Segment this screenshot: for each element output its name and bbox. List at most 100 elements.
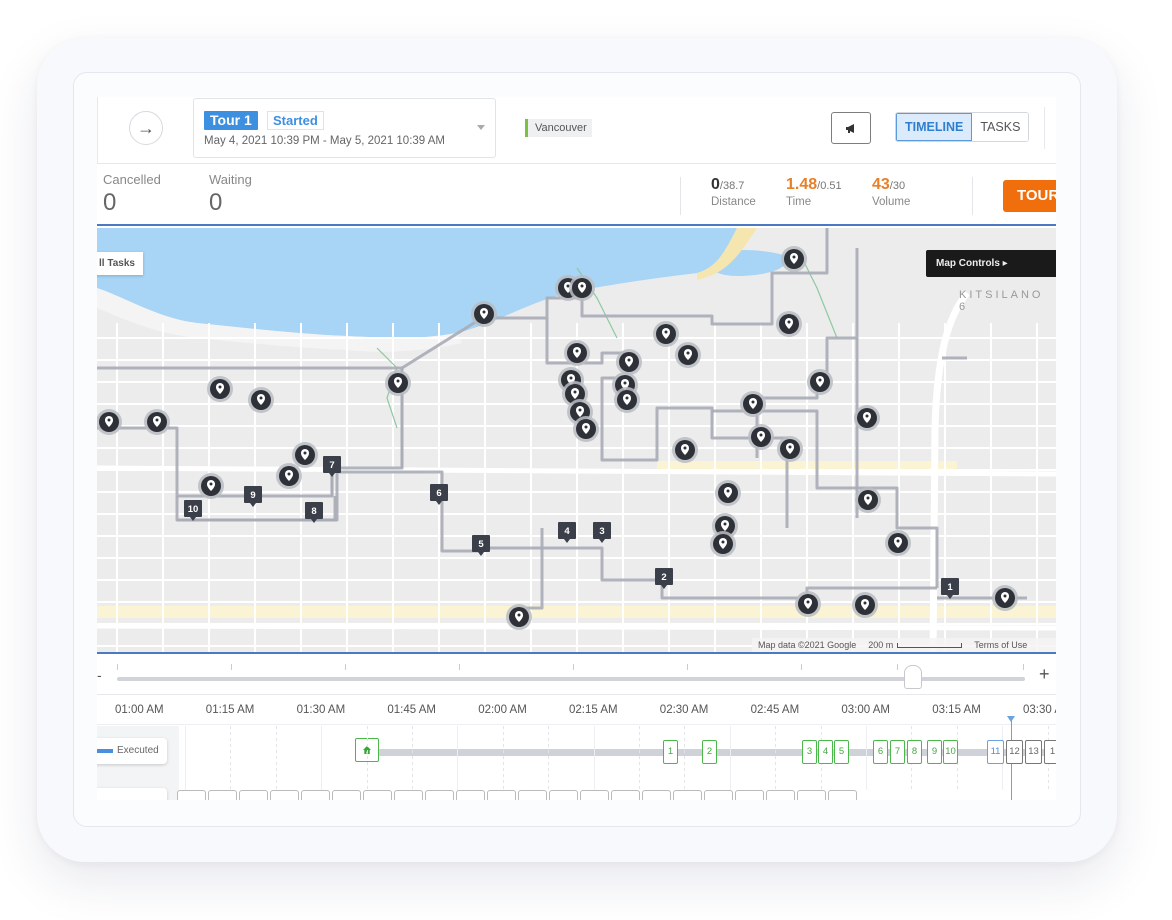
task-pin[interactable] (97, 409, 122, 435)
zoom-in-button[interactable]: + (1039, 664, 1050, 685)
task-pin[interactable] (248, 387, 274, 413)
tick (459, 664, 460, 670)
planned-stop[interactable] (673, 790, 702, 800)
task-pin[interactable] (471, 301, 497, 327)
map-controls-button[interactable]: Map Controls ▸ (926, 250, 1056, 277)
arrow-right-icon: → (137, 117, 155, 138)
tab-tasks[interactable]: TASKS (972, 113, 1029, 141)
stop-number: 7 (329, 460, 334, 471)
task-pin[interactable] (852, 592, 878, 618)
task-pin[interactable] (614, 387, 640, 413)
planned-stop[interactable] (270, 790, 299, 800)
task-pin[interactable] (207, 376, 233, 402)
map-canvas[interactable]: 1 2 3 4 5 6 7 8 9 10 (97, 228, 1056, 654)
task-pin[interactable] (781, 246, 807, 272)
zoom-out-button[interactable]: - (97, 667, 102, 683)
task-pin[interactable] (807, 369, 833, 395)
planned-stop[interactable] (487, 790, 516, 800)
planned-stop[interactable] (363, 790, 392, 800)
divider (972, 177, 973, 215)
planned-stop[interactable] (766, 790, 795, 800)
task-pin[interactable] (569, 275, 595, 301)
planned-stop[interactable] (797, 790, 826, 800)
task-pin[interactable] (564, 340, 590, 366)
planned-stop[interactable] (456, 790, 485, 800)
task-pin[interactable] (885, 530, 911, 556)
task-pin[interactable] (653, 321, 679, 347)
planned-stop[interactable] (518, 790, 547, 800)
map-attribution: Map data ©2021 Google (758, 640, 857, 650)
planned-stop[interactable] (549, 790, 578, 800)
time-label: 03:30 AM (1023, 704, 1056, 716)
announce-button[interactable] (831, 112, 871, 144)
task-pin[interactable] (675, 342, 701, 368)
planned-stop[interactable] (208, 790, 237, 800)
planned-stop[interactable] (828, 790, 857, 800)
time-label: 02:15 AM (569, 704, 618, 716)
task-pin[interactable] (710, 531, 736, 557)
kpi-label: Time (786, 196, 812, 208)
task-pin[interactable] (506, 604, 532, 630)
planned-stop[interactable] (301, 790, 330, 800)
terms-link[interactable]: Terms of Use (974, 638, 1027, 652)
planned-stop[interactable] (611, 790, 640, 800)
task-pin[interactable] (855, 487, 881, 513)
all-tasks-button[interactable]: ll Tasks (97, 252, 143, 275)
timeline-stop[interactable]: 3 (802, 740, 817, 764)
expand-button[interactable]: → (129, 111, 163, 145)
task-pin[interactable] (292, 442, 318, 468)
planned-stop[interactable] (425, 790, 454, 800)
task-pin[interactable] (573, 416, 599, 442)
timeline-stop[interactable]: 1 (1044, 740, 1056, 764)
task-pin[interactable] (740, 391, 766, 417)
timeline-stop[interactable]: 13 (1025, 740, 1042, 764)
timeline-stop[interactable]: 7 (890, 740, 905, 764)
legend-planned[interactable] (97, 788, 167, 800)
timeline-stop[interactable]: 9 (927, 740, 942, 764)
planned-stop[interactable] (704, 790, 733, 800)
timeline-stop[interactable]: 1 (663, 740, 678, 764)
legend-executed[interactable]: Executed (97, 738, 167, 764)
route-planner-app: → Tour 1 Started May 4, 2021 10:39 PM - … (97, 97, 1056, 800)
route-map[interactable]: 1 2 3 4 5 6 7 8 9 10 ll Tasks Map Controls ▸ KITS… (97, 228, 1056, 654)
task-pin[interactable] (776, 311, 802, 337)
task-pin[interactable] (795, 591, 821, 617)
tab-timeline[interactable]: TIMELINE (896, 113, 973, 141)
slider-track[interactable] (117, 677, 1025, 681)
planned-stop[interactable] (239, 790, 268, 800)
current-time-marker[interactable] (1007, 716, 1015, 722)
timeline-stop[interactable]: 4 (818, 740, 833, 764)
tour-button[interactable]: TOUR (1003, 180, 1056, 212)
grid-line (230, 726, 232, 790)
legend-label: Executed (117, 745, 159, 756)
task-pin[interactable] (715, 480, 741, 506)
slider-thumb[interactable] (904, 665, 922, 689)
planned-stop[interactable] (735, 790, 764, 800)
stop-number: 3 (599, 526, 604, 537)
task-pin[interactable] (992, 585, 1018, 611)
task-pin[interactable] (276, 463, 302, 489)
planned-stop[interactable] (332, 790, 361, 800)
planned-stop[interactable] (394, 790, 423, 800)
planned-stop[interactable] (580, 790, 609, 800)
timeline-stop[interactable]: 2 (702, 740, 717, 764)
timeline-stop[interactable]: 6 (873, 740, 888, 764)
task-pin[interactable] (616, 349, 642, 375)
task-pin[interactable] (385, 370, 411, 396)
task-pin[interactable] (748, 424, 774, 450)
task-pin[interactable] (777, 436, 803, 462)
time-label: 02:30 AM (659, 704, 709, 716)
task-pin[interactable] (198, 473, 224, 499)
planned-stop[interactable] (177, 790, 206, 800)
tour-selector[interactable]: Tour 1 Started May 4, 2021 10:39 PM - Ma… (193, 98, 496, 158)
task-pin[interactable] (144, 409, 170, 435)
timeline-stop[interactable]: 12 (1006, 740, 1023, 764)
timeline-stop[interactable]: 11 (987, 740, 1004, 764)
timeline-stop[interactable]: 10 (943, 740, 958, 764)
stop-number: 6 (436, 488, 441, 499)
timeline-stop[interactable]: 5 (834, 740, 849, 764)
task-pin[interactable] (854, 405, 880, 431)
task-pin[interactable] (672, 437, 698, 463)
timeline-stop[interactable]: 8 (907, 740, 922, 764)
planned-stop[interactable] (642, 790, 671, 800)
